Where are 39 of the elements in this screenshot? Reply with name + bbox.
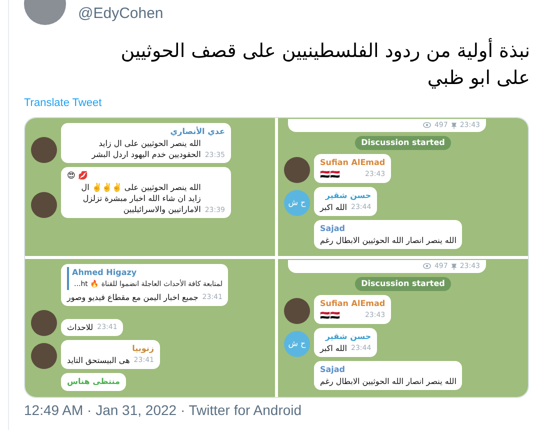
message-text: الله اكبر [320, 202, 347, 212]
sender-name: Sajad [320, 222, 346, 234]
message-text: 🇾🇪🇾🇪 [320, 168, 340, 180]
avatar-initials: ح ش [284, 330, 310, 356]
sender-name: Sufian AlEmad [320, 156, 386, 168]
sender-name: Sufian AlEmad [320, 298, 386, 310]
sender-name: زنوبيا [131, 342, 154, 354]
sender-name: عدي الأنصاري [169, 126, 225, 138]
service-message: Discussion started [355, 136, 451, 150]
message-text: جميع اخبار اليمن مع مقطاع فيديو وصور [67, 292, 198, 302]
message-text: 🇾🇪🇾🇪 [320, 310, 340, 320]
message-text: الله ينصر انصار الله الحوثيين الابطال رغم [320, 376, 456, 386]
avatar-photo [31, 310, 57, 336]
pin-icon [450, 262, 457, 270]
message-text: الله اكبر [320, 342, 347, 354]
avatar-photo [284, 156, 310, 182]
avatar-photo [31, 192, 57, 218]
tweet-timestamp: 12:49 AM · Jan 31, 2022 · Twitter for Android [24, 402, 303, 419]
sender-name: Sajad [320, 364, 346, 376]
sender-name: حسن شقير [324, 190, 372, 202]
reply-sender: Ahmed Higazy [72, 267, 138, 279]
eye-icon [423, 263, 432, 270]
user-handle[interactable]: @EdyCohen [78, 3, 164, 26]
avatar-photo [31, 342, 57, 368]
avatar-initials: ح ش [284, 190, 310, 216]
eye-icon [423, 122, 432, 128]
avatar-photo [31, 137, 57, 163]
pin-icon [450, 122, 457, 129]
message-text: الله ينصر الحوثيين على ✌✌✌ ال زايد ان شاء الله اخبار مبشرة تزلزل الاماراتيين والاسرائيليين [80, 182, 201, 215]
tweet-text: نبذة أولية من ردود الفلسطينيين على قصف الحوثيين على ابو ظبي [120, 38, 530, 91]
sender-name: منتظى هناس [67, 376, 120, 388]
service-message: Discussion started [355, 276, 451, 290]
message-text: الله ينصر الحوثيين على ال زايد الحقوديين خدم اليهود اردل البشر [90, 138, 201, 160]
emoji-line: 😍 💋 [67, 170, 89, 182]
message-text: هى البيستحق التايد [67, 354, 130, 366]
avatar-photo [284, 298, 310, 324]
message-text: الله ينصر انصار الله الحوثيين الابطال رغم [320, 234, 456, 246]
sender-name: حسن شقير [324, 330, 372, 342]
message-text: للاحداث [67, 322, 94, 332]
